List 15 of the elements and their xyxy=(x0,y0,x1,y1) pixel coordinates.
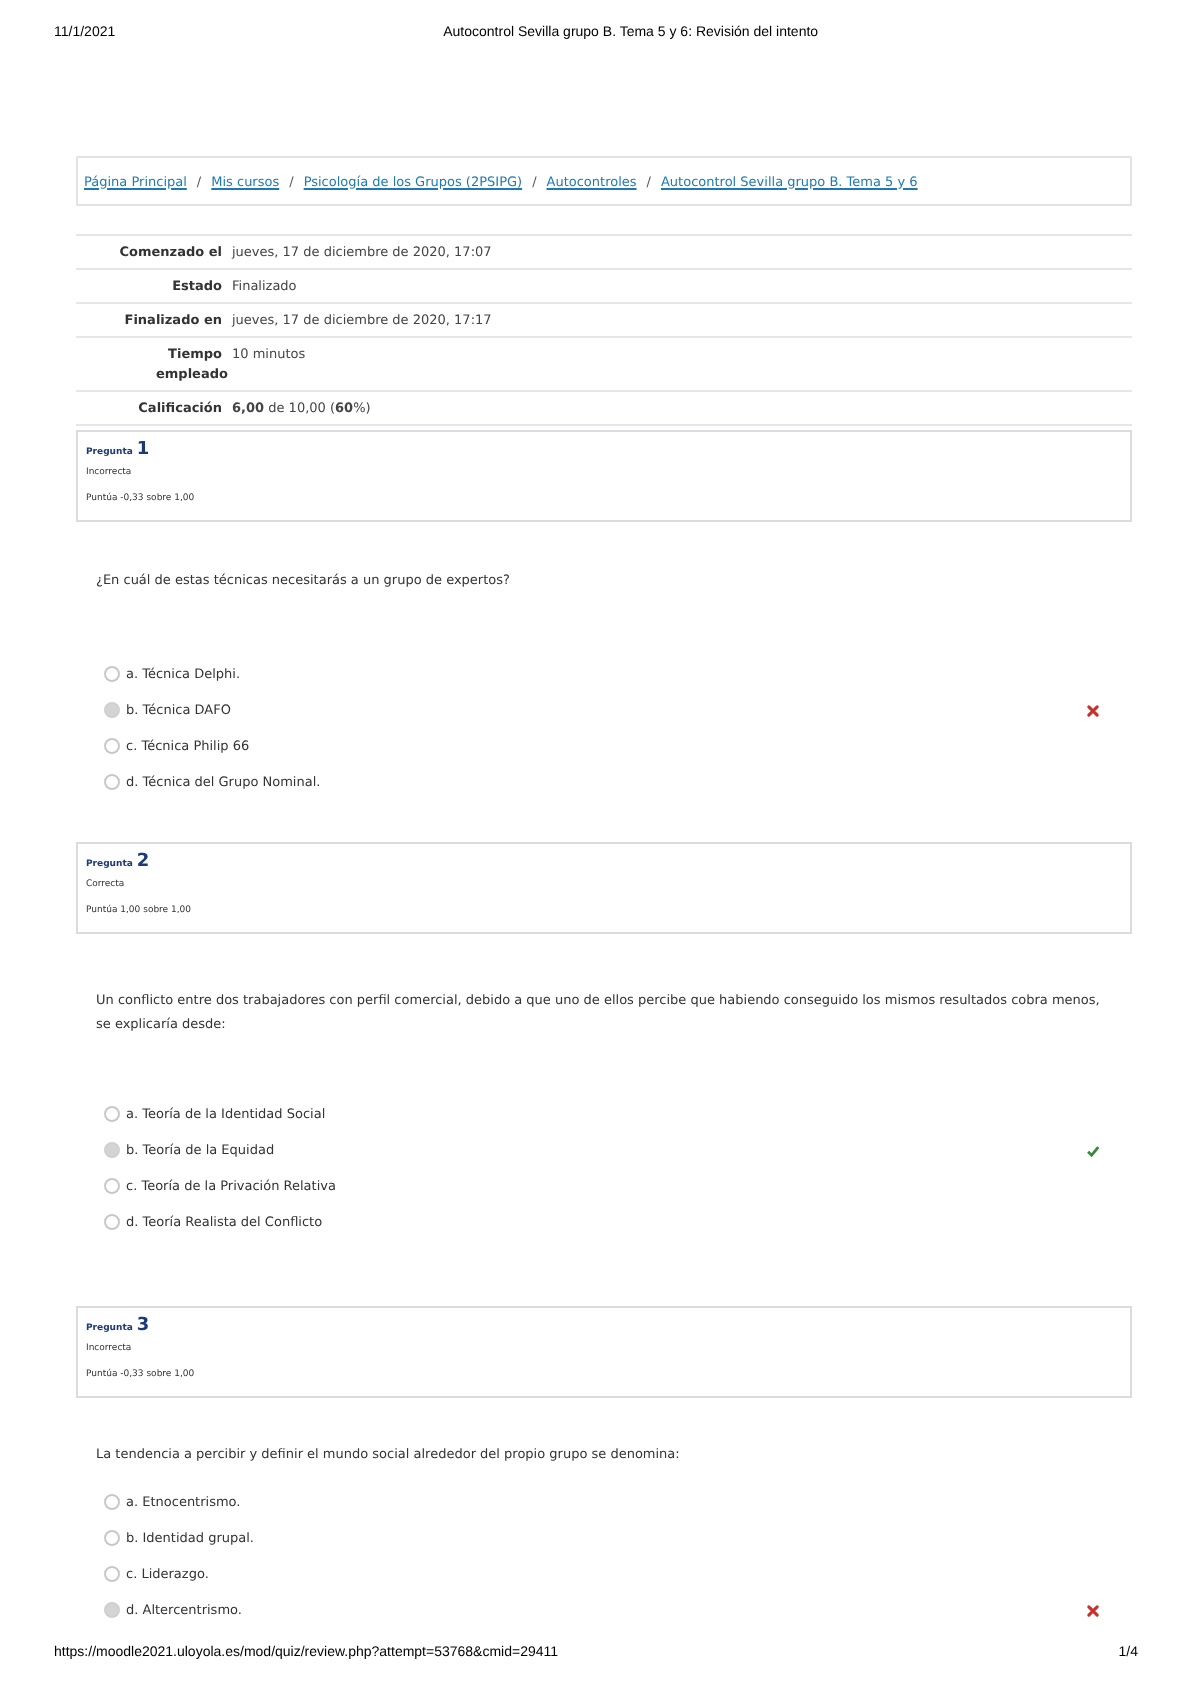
radio-button[interactable] xyxy=(104,666,120,682)
radio-button[interactable] xyxy=(104,1178,120,1194)
radio-button[interactable] xyxy=(104,1214,120,1230)
radio-button[interactable] xyxy=(104,774,120,790)
radio-button[interactable] xyxy=(104,1142,120,1158)
radio-button[interactable] xyxy=(104,1566,120,1582)
radio-button[interactable] xyxy=(104,1106,120,1122)
question-number: 1 xyxy=(136,440,150,460)
radio-button[interactable] xyxy=(104,1530,120,1546)
radio-button[interactable] xyxy=(104,738,120,754)
question-number: 3 xyxy=(136,1316,150,1336)
radio-button[interactable] xyxy=(104,702,120,718)
question-number: 2 xyxy=(136,852,150,872)
radio-button[interactable] xyxy=(104,1494,120,1510)
radio-button[interactable] xyxy=(104,1602,120,1618)
